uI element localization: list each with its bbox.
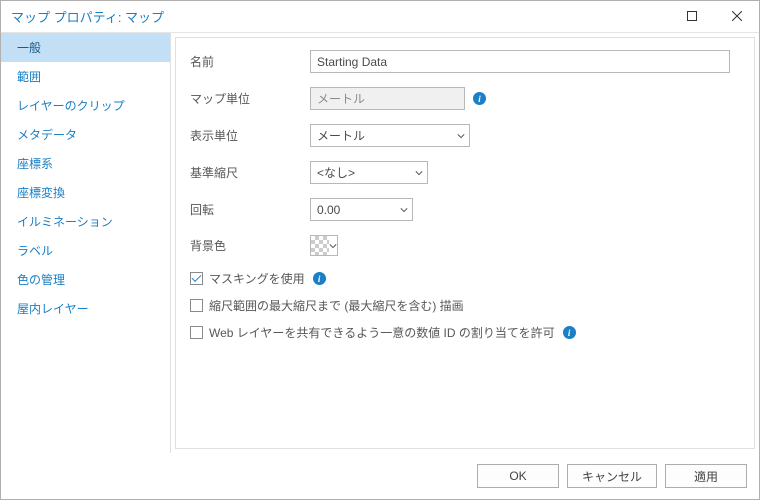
sidebar-item-extent[interactable]: 範囲 (1, 62, 170, 91)
rotation-value: 0.00 (317, 203, 340, 217)
drawscale-checkbox-label: 縮尺範囲の最大縮尺まで (最大縮尺を含む) 描画 (209, 297, 464, 314)
webids-checkbox-label: Web レイヤーを共有できるよう一意の数値 ID の割り当てを許可 (209, 324, 555, 341)
info-icon[interactable]: i (473, 92, 486, 105)
form-area: 名前 マップ単位 メートル i 表示単位 メートル 基準縮尺 (175, 37, 755, 449)
sidebar-item-metadata[interactable]: メタデータ (1, 120, 170, 149)
sidebar-item-clip-layers[interactable]: レイヤーのクリップ (1, 91, 170, 120)
ok-button[interactable]: OK (477, 464, 559, 488)
cancel-button[interactable]: キャンセル (567, 464, 657, 488)
sidebar-item-transformation[interactable]: 座標変換 (1, 178, 170, 207)
name-input[interactable] (310, 50, 730, 73)
close-button[interactable] (714, 1, 759, 32)
row-rotation: 回転 0.00 (190, 198, 740, 221)
sidebar-item-general[interactable]: 一般 (1, 33, 170, 62)
map-units-label: マップ単位 (190, 90, 310, 107)
display-units-value: メートル (317, 127, 365, 144)
close-icon (732, 10, 742, 24)
drawscale-checkbox[interactable] (190, 299, 203, 312)
transparent-swatch-icon (311, 236, 329, 255)
bgcolor-label: 背景色 (190, 237, 310, 254)
sidebar-item-illumination[interactable]: イルミネーション (1, 207, 170, 236)
maximize-icon (687, 10, 697, 24)
title-bar: マップ プロパティ: マップ (1, 1, 759, 33)
name-label: 名前 (190, 53, 310, 70)
row-ref-scale: 基準縮尺 <なし> (190, 161, 740, 184)
masking-checkbox[interactable] (190, 272, 203, 285)
masking-checkbox-label: マスキングを使用 (209, 270, 305, 287)
dialog-body: 一般 範囲 レイヤーのクリップ メタデータ 座標系 座標変換 イルミネーション … (1, 33, 759, 453)
sidebar-item-color-mgmt[interactable]: 色の管理 (1, 265, 170, 294)
sidebar-item-labels[interactable]: ラベル (1, 236, 170, 265)
map-units-value: メートル (310, 87, 465, 110)
chevron-down-icon (457, 129, 465, 143)
row-chk-drawscale: 縮尺範囲の最大縮尺まで (最大縮尺を含む) 描画 (190, 297, 740, 314)
window-title: マップ プロパティ: マップ (11, 7, 164, 26)
dialog-footer: OK キャンセル 適用 (1, 453, 759, 499)
dialog-window: マップ プロパティ: マップ 一般 範囲 レイヤーのクリップ メタデータ 座標系… (0, 0, 760, 500)
webids-checkbox[interactable] (190, 326, 203, 339)
rotation-select[interactable]: 0.00 (310, 198, 413, 221)
row-chk-masking: マスキングを使用 i (190, 270, 740, 287)
row-display-units: 表示単位 メートル (190, 124, 740, 147)
sidebar-item-coord-system[interactable]: 座標系 (1, 149, 170, 178)
ref-scale-label: 基準縮尺 (190, 164, 310, 181)
content-pane: 名前 マップ単位 メートル i 表示単位 メートル 基準縮尺 (171, 33, 759, 453)
maximize-button[interactable] (669, 1, 714, 32)
apply-button[interactable]: 適用 (665, 464, 747, 488)
ref-scale-select[interactable]: <なし> (310, 161, 428, 184)
chevron-down-icon (400, 203, 408, 217)
row-name: 名前 (190, 50, 740, 73)
bgcolor-picker[interactable] (310, 235, 338, 256)
display-units-select[interactable]: メートル (310, 124, 470, 147)
sidebar: 一般 範囲 レイヤーのクリップ メタデータ 座標系 座標変換 イルミネーション … (1, 33, 171, 453)
row-chk-webids: Web レイヤーを共有できるよう一意の数値 ID の割り当てを許可 i (190, 324, 740, 341)
info-icon[interactable]: i (563, 326, 576, 339)
display-units-label: 表示単位 (190, 127, 310, 144)
row-bgcolor: 背景色 (190, 235, 740, 256)
sidebar-item-indoor-layers[interactable]: 屋内レイヤー (1, 294, 170, 323)
row-map-units: マップ単位 メートル i (190, 87, 740, 110)
info-icon[interactable]: i (313, 272, 326, 285)
ref-scale-value: <なし> (317, 164, 355, 181)
rotation-label: 回転 (190, 201, 310, 218)
chevron-down-icon (329, 239, 337, 253)
chevron-down-icon (415, 166, 423, 180)
